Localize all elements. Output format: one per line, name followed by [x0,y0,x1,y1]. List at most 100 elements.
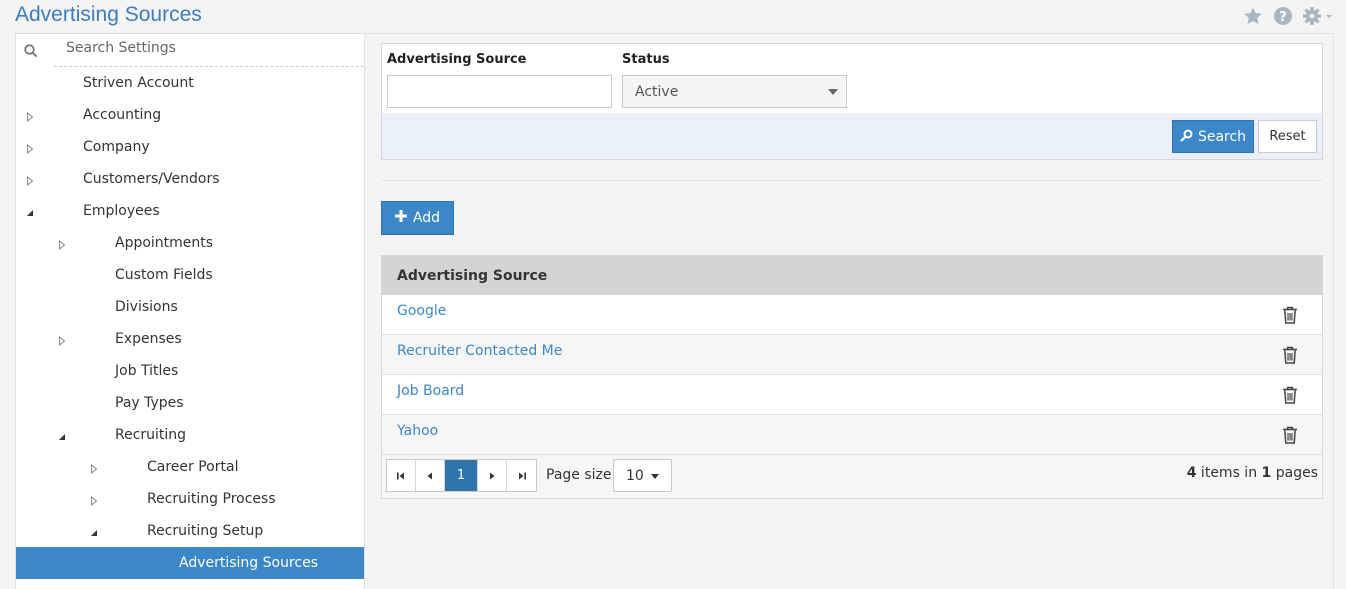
sidebar-item-label: Advertising Sources [179,555,319,571]
sidebar-item-recruiting[interactable]: Recruiting [16,419,364,451]
table-row: Google [382,295,1322,335]
expanded-arrow-icon[interactable] [58,430,66,440]
advertising-source-input[interactable] [387,75,612,108]
sidebar-item-appointments[interactable]: Appointments [16,227,364,259]
sidebar-item-label: Employees [83,203,160,219]
advertising-sources-grid: Advertising Source Google Recruiter Conta… [381,255,1323,499]
status-label: Status [622,52,670,67]
table-row: Recruiter Contacted Me [382,335,1322,375]
sidebar-item-label: Job Titles [115,363,179,379]
sidebar-item-customers-vendors[interactable]: Customers/Vendors [16,163,364,195]
sidebar-item-accounting[interactable]: Accounting [16,99,364,131]
page-size-caret-icon [651,474,659,479]
sidebar-item-label: Divisions [115,299,178,315]
search-icon [24,43,38,62]
collapsed-arrow-icon[interactable] [58,334,66,347]
filter-footer: Search Reset [382,113,1322,159]
column-header-advertising-source[interactable]: Advertising Source [397,268,547,284]
delete-trash-icon[interactable] [1282,386,1298,408]
delete-trash-icon[interactable] [1282,306,1298,328]
svg-text:?: ? [1279,10,1287,25]
grid-pager: 1 Page size: 10 4 items in 1 pages [382,455,1322,498]
sidebar-item-label: Customers/Vendors [83,171,220,187]
plus-icon [394,210,407,226]
page-size-select[interactable]: 10 [613,459,672,492]
page-size-value: 10 [626,468,644,484]
pager-buttons: 1 [386,459,537,492]
collapsed-arrow-icon[interactable] [58,238,66,251]
sidebar-item-label: Custom Fields [115,267,213,283]
favorite-star-icon[interactable] [1242,5,1264,27]
collapsed-arrow-icon[interactable] [90,494,98,507]
sidebar-item-recruiting-setup[interactable]: Recruiting Setup [16,515,364,547]
page-size-label: Page size: [546,467,617,483]
section-divider [381,180,1323,181]
add-button[interactable]: Add [381,201,454,235]
sidebar-item-employees[interactable]: Employees [16,195,364,227]
sidebar-item-striven-account[interactable]: Striven Account [16,67,364,99]
status-select-value: Active [635,84,679,100]
delete-trash-icon[interactable] [1282,426,1298,448]
table-row: Yahoo [382,415,1322,455]
sidebar-item-job-titles[interactable]: Job Titles [16,355,364,387]
sidebar-item-divisions[interactable]: Divisions [16,291,364,323]
sidebar-item-label: Recruiting Setup [147,523,264,539]
sidebar-item-custom-fields[interactable]: Custom Fields [16,259,364,291]
previous-page-button[interactable] [416,460,445,491]
sidebar-item-label: Recruiting [115,427,187,443]
sidebar-item-recruiting-process[interactable]: Recruiting Process [16,483,364,515]
previous-page-icon [427,472,432,479]
search-magnifier-icon [1180,128,1194,146]
grid-header: Advertising Source [382,256,1322,295]
filter-panel: Advertising Source Status Active Search … [381,43,1323,160]
settings-tree: Striven Account Accounting Company Customer… [16,67,364,579]
advertising-source-link[interactable]: Yahoo [397,423,438,439]
sidebar-item-label: Accounting [83,107,162,123]
expanded-arrow-icon[interactable] [26,206,34,216]
sidebar-item-expenses[interactable]: Expenses [16,323,364,355]
expanded-arrow-icon[interactable] [90,526,98,536]
collapsed-arrow-icon[interactable] [26,110,34,123]
sidebar-item-career-portal[interactable]: Career Portal [16,451,364,483]
collapsed-arrow-icon[interactable] [26,142,34,155]
last-page-icon [518,472,526,479]
pages-text: pages [1271,465,1318,481]
status-select[interactable]: Active [622,75,847,108]
last-page-button[interactable] [507,460,536,491]
pages-count: 1 [1261,465,1272,481]
page-title: Advertising Sources [15,3,202,26]
settings-gear-icon[interactable] [1302,5,1334,27]
search-button[interactable]: Search [1172,120,1254,153]
sidebar-item-pay-types[interactable]: Pay Types [16,387,364,419]
pager-info: 4 items in 1 pages [1187,465,1318,481]
items-text: items in [1196,465,1262,481]
dropdown-caret-icon [828,89,838,95]
next-page-button[interactable] [478,460,507,491]
sidebar-item-label: Career Portal [147,459,239,475]
sidebar-item-label: Company [83,139,150,155]
sidebar-item-label: Expenses [115,331,182,347]
collapsed-arrow-icon[interactable] [90,462,98,475]
current-page-button[interactable]: 1 [445,460,478,491]
sidebar-search [24,34,364,67]
first-page-button[interactable] [387,460,416,491]
reset-button[interactable]: Reset [1258,120,1317,153]
help-icon[interactable]: ? [1272,5,1294,27]
advertising-source-link[interactable]: Recruiter Contacted Me [397,343,562,359]
advertising-source-link[interactable]: Job Board [397,383,464,399]
search-settings-input[interactable] [66,40,356,56]
table-row: Job Board [382,375,1322,415]
collapsed-arrow-icon[interactable] [26,174,34,187]
next-page-icon [490,472,495,479]
header-actions: ? [1242,5,1334,27]
sidebar-item-label: Recruiting Process [147,491,276,507]
advertising-source-link[interactable]: Google [397,303,446,319]
first-page-icon [397,472,404,479]
sidebar-item-label: Pay Types [115,395,184,411]
sidebar-item-company[interactable]: Company [16,131,364,163]
grid-body: Google Recruiter Contacted Me Job Board Yah… [382,295,1322,455]
search-button-label: Search [1197,128,1247,145]
sidebar-item-label: Appointments [115,235,214,251]
delete-trash-icon[interactable] [1282,346,1298,368]
sidebar-item-advertising-sources[interactable]: Advertising Sources [16,547,364,579]
